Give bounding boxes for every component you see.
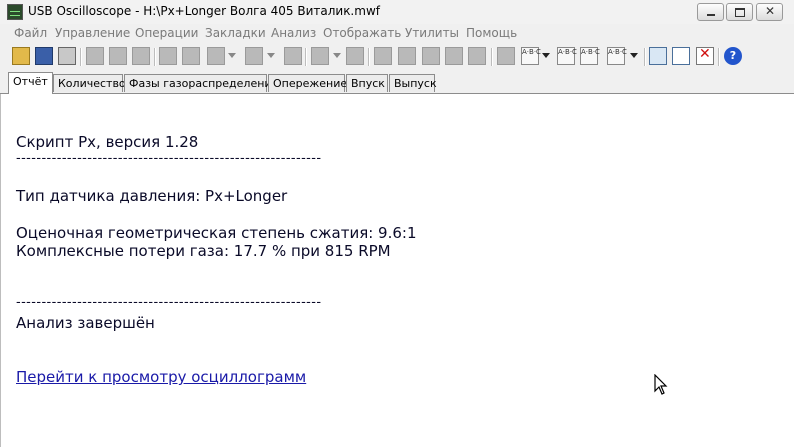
sensor-type: Тип датчика давления: Px+Longer [16,187,288,205]
compression-ratio: Оценочная геометрическая степень сжатия:… [16,224,417,242]
tab-exhaust[interactable]: Выпуск [389,74,437,92]
menu-control[interactable]: Управление [55,26,130,40]
copy-icon[interactable] [86,47,104,65]
cursor-icon[interactable] [159,47,177,65]
abc-run-icon[interactable]: A·B·C [580,47,600,65]
filter-dropdown-icon[interactable] [333,53,341,58]
menu-bar: Файл Управление Операции Закладки Анализ… [0,24,794,42]
report-icon[interactable] [672,47,690,65]
tab-quantity[interactable]: Количество [53,74,126,92]
report-title: Скрипт Px, версия 1.28 [16,133,199,151]
toolbar-separator [491,48,493,66]
waveform-icon[interactable] [649,47,667,65]
view-oscillograms-link[interactable]: Перейти к просмотру осциллограмм [16,368,306,386]
wrench-icon[interactable] [497,47,515,65]
report-panel: Скрипт Px, версия 1.28 -----------------… [0,94,794,447]
toolbar-separator [80,48,82,66]
tab-intake[interactable]: Впуск [346,74,388,92]
analysis-done: Анализ завершён [16,314,155,332]
abc-icon[interactable]: A·B·C [521,47,541,65]
delete-icon[interactable] [346,47,364,65]
zoom-dropdown-icon[interactable] [267,53,275,58]
zoom-icon[interactable] [245,47,263,65]
check-icon[interactable] [374,47,392,65]
separator: ----------------------------------------… [16,295,322,310]
menu-utilities[interactable]: Утилиты [405,26,459,40]
menu-analysis[interactable]: Анализ [271,26,316,40]
close-button[interactable] [756,3,783,21]
maximize-button[interactable] [726,3,753,21]
measure-dropdown-icon[interactable] [228,53,236,58]
toolbar-separator [644,48,646,66]
menu-operations[interactable]: Операции [135,26,198,40]
check-down-icon[interactable] [422,47,440,65]
spectrum-icon[interactable] [182,47,200,65]
open-icon[interactable] [12,47,30,65]
tab-advance[interactable]: Опережение [268,74,347,92]
toolbar-separator [368,48,370,66]
tab-report[interactable]: Отчёт [8,72,53,94]
menu-bookmarks[interactable]: Закладки [205,26,266,40]
toolbar-separator [305,48,307,66]
oscilloscope-app-icon [7,4,23,20]
window-title: USB Oscilloscope - H:\Px+Longer Волга 40… [28,4,380,18]
check-all-icon[interactable] [398,47,416,65]
toolbar-separator [718,48,720,66]
abc-table-icon[interactable]: A·B·C [607,47,627,65]
print-icon[interactable] [58,47,76,65]
help-icon[interactable]: ? [724,47,742,65]
gas-loss: Комплексные потери газа: 17.7 % при 815 … [16,242,391,260]
abc-dropdown-icon[interactable] [542,53,550,58]
tab-valve-timing[interactable]: Фазы газораспределения [124,74,278,92]
cut-icon[interactable] [132,47,150,65]
close-red-icon[interactable] [696,46,714,65]
menu-help[interactable]: Помощь [466,26,517,40]
title-bar: USB Oscilloscope - H:\Px+Longer Волга 40… [0,0,794,24]
toolbar-separator [154,48,156,66]
minimize-button[interactable] [697,3,724,21]
menu-view[interactable]: Отображать [323,26,401,40]
mouse-cursor-icon [654,374,668,395]
save-icon[interactable] [35,47,53,65]
menu-file[interactable]: Файл [14,26,47,40]
abc-arrow-icon[interactable]: A·B·C [557,47,577,65]
measure-icon[interactable] [207,47,225,65]
edit-icon[interactable] [468,47,486,65]
undo-icon[interactable] [284,47,302,65]
toolbar: A·B·C A·B·C A·B·C A·B·C ? [0,43,794,71]
separator: ----------------------------------------… [16,151,322,166]
tab-strip: Отчёт Количество Фазы газораспределения … [0,72,794,94]
paste-icon[interactable] [109,47,127,65]
abc-table-dropdown-icon[interactable] [630,53,638,58]
document-icon[interactable] [445,47,463,65]
filter-icon[interactable] [311,47,329,65]
